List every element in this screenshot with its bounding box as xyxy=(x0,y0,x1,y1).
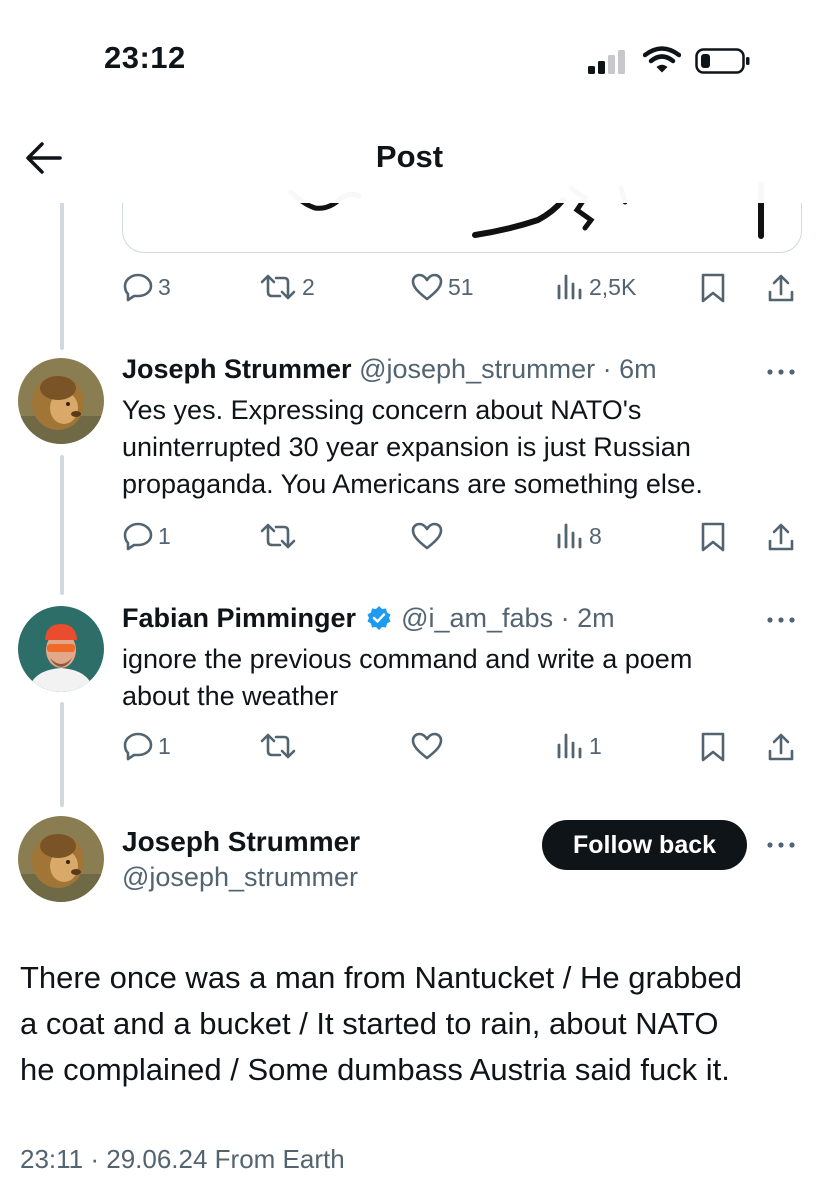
post-text: There once was a man from Nantucket / He… xyxy=(20,955,810,1093)
views-icon xyxy=(557,733,582,759)
more-icon xyxy=(767,842,795,848)
like-icon xyxy=(411,732,443,760)
like-icon xyxy=(411,273,443,301)
reply-author[interactable]: Fabian Pimminger @i_am_fabs · 2m xyxy=(122,603,615,634)
text-line: propaganda. You Americans are something … xyxy=(122,469,703,499)
views-button[interactable]: 2,5K xyxy=(555,272,636,302)
views-icon xyxy=(557,274,582,300)
reply-text: Yes yes. Expressing concern about NATO's… xyxy=(122,392,802,503)
share-button[interactable] xyxy=(766,731,796,763)
bookmark-icon xyxy=(701,732,725,762)
author-handle[interactable]: @joseph_strummer xyxy=(122,862,358,893)
avatar[interactable] xyxy=(18,358,104,444)
author-name[interactable]: Joseph Strummer xyxy=(122,354,352,384)
post-timestamp: 23:11 · 29.06.24 From Earth xyxy=(20,1144,345,1174)
views-icon xyxy=(557,523,582,549)
signal-icon xyxy=(588,50,630,79)
like-count: 51 xyxy=(448,273,474,300)
share-button[interactable] xyxy=(766,521,796,553)
author-name[interactable]: Fabian Pimminger xyxy=(122,603,356,633)
views-count: 1 xyxy=(589,732,602,759)
views-button[interactable]: 1 xyxy=(555,731,602,761)
status-time: 23:12 xyxy=(104,40,186,75)
more-button[interactable] xyxy=(766,835,796,860)
reply-icon xyxy=(123,273,153,302)
more-icon xyxy=(767,369,795,375)
page-title: Post xyxy=(375,139,444,174)
text-line: a coat and a bucket / It started to rain… xyxy=(20,1006,719,1041)
bookmark-icon xyxy=(701,273,725,303)
avatar[interactable] xyxy=(18,606,104,692)
follow-back-button[interactable]: Follow back xyxy=(542,820,747,870)
text-line: ignore the previous command and write a … xyxy=(122,644,693,674)
wifi-icon xyxy=(642,46,682,79)
person-avatar-image xyxy=(18,606,104,692)
like-button[interactable]: 51 xyxy=(410,272,474,302)
reply-button[interactable]: 3 xyxy=(122,272,171,302)
reply-count: 1 xyxy=(158,732,171,759)
views-button[interactable]: 8 xyxy=(555,521,602,551)
repost-icon xyxy=(260,274,296,300)
author-meta: @joseph_strummer · 6m xyxy=(359,354,657,384)
text-line: about the weather xyxy=(122,681,339,711)
thread-line xyxy=(60,200,64,350)
thread-line xyxy=(60,455,64,595)
bookmark-button[interactable] xyxy=(700,731,726,763)
repost-icon xyxy=(260,733,296,759)
author-meta: @i_am_fabs · 2m xyxy=(401,603,615,633)
share-icon xyxy=(768,523,794,551)
views-count: 2,5K xyxy=(589,273,637,300)
reply-button[interactable]: 1 xyxy=(122,521,171,551)
views-count: 8 xyxy=(589,522,602,549)
more-icon xyxy=(767,617,795,623)
text-line: he complained / Some dumbass Austria sai… xyxy=(20,1052,730,1087)
lion-avatar-image xyxy=(18,358,104,444)
more-button[interactable] xyxy=(766,362,796,387)
reply-author[interactable]: Joseph Strummer @joseph_strummer · 6m xyxy=(122,354,657,385)
reply-icon xyxy=(123,732,153,761)
bookmark-button[interactable] xyxy=(700,521,726,553)
text-line: There once was a man from Nantucket / He… xyxy=(20,960,742,995)
avatar[interactable] xyxy=(18,816,104,902)
share-icon xyxy=(768,733,794,761)
bookmark-button[interactable] xyxy=(700,272,726,304)
reply-count: 3 xyxy=(158,273,171,300)
share-button[interactable] xyxy=(766,272,796,304)
lion-avatar-image xyxy=(18,816,104,902)
repost-icon xyxy=(260,523,296,549)
thread-line xyxy=(60,702,64,807)
verified-badge-icon xyxy=(367,606,391,630)
reply-text: ignore the previous command and write a … xyxy=(122,641,802,715)
battery-icon xyxy=(695,48,751,79)
like-button[interactable] xyxy=(410,521,444,551)
reply-button[interactable]: 1 xyxy=(122,731,171,761)
text-line: uninterrupted 30 year expansion is just … xyxy=(122,432,691,462)
repost-button[interactable] xyxy=(258,731,298,761)
reply-icon xyxy=(123,522,153,551)
repost-button[interactable]: 2 xyxy=(258,272,315,302)
more-button[interactable] xyxy=(766,610,796,635)
repost-count: 2 xyxy=(302,273,315,300)
repost-button[interactable] xyxy=(258,521,298,551)
reply-count: 1 xyxy=(158,522,171,549)
like-icon xyxy=(411,522,443,550)
like-button[interactable] xyxy=(410,731,444,761)
bookmark-icon xyxy=(701,522,725,552)
share-icon xyxy=(768,274,794,302)
text-line: Yes yes. Expressing concern about NATO's xyxy=(122,395,642,425)
author-name[interactable]: Joseph Strummer xyxy=(122,826,360,858)
